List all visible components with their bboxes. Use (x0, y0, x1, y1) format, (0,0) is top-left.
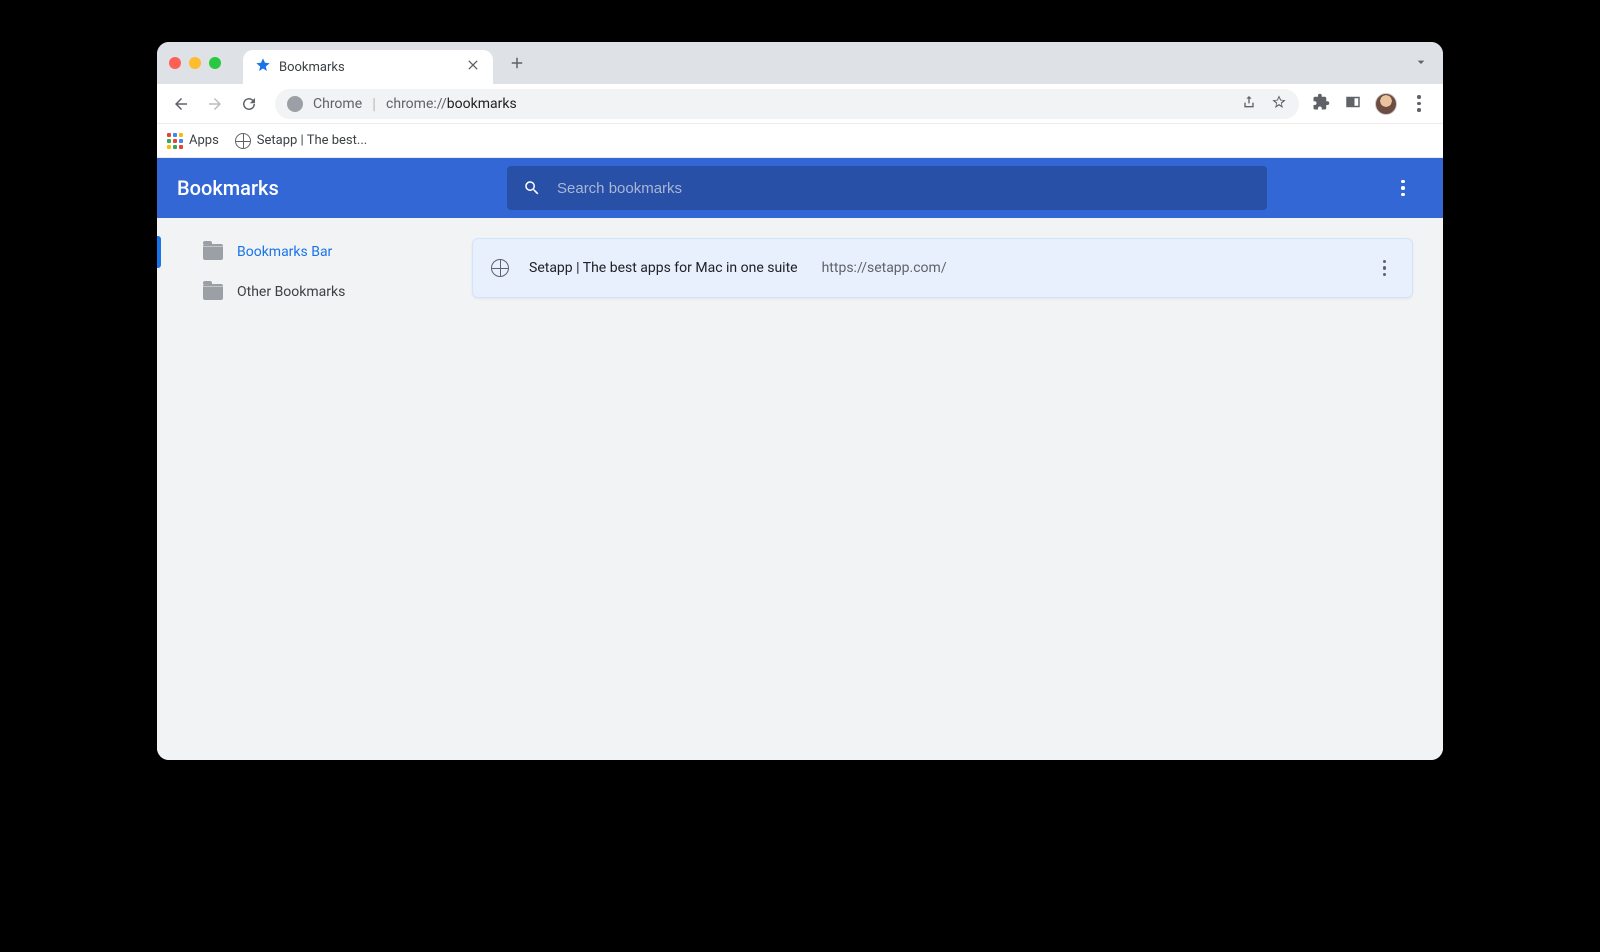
bookmark-star-outline-icon[interactable] (1269, 94, 1289, 114)
folder-other-bookmarks[interactable]: Other Bookmarks (157, 272, 472, 312)
tab-close-button[interactable] (465, 57, 481, 77)
folder-label: Bookmarks Bar (237, 244, 332, 260)
bookmark-bar-item[interactable]: Setapp | The best... (235, 133, 367, 149)
folder-icon (203, 244, 223, 260)
bookmarks-menu-button[interactable] (1383, 168, 1423, 208)
page-title: Bookmarks (177, 176, 507, 200)
window-controls (169, 57, 221, 69)
site-info-icon[interactable] (287, 96, 303, 112)
active-folder-indicator (157, 236, 161, 268)
search-input[interactable] (557, 180, 1251, 197)
profile-avatar[interactable] (1375, 93, 1397, 115)
bookmark-url: https://setapp.com/ (822, 260, 947, 276)
address-bar[interactable]: Chrome | chrome://bookmarks (275, 89, 1299, 119)
omnibox-app-label: Chrome (313, 96, 362, 112)
bookmark-title: Setapp | The best apps for Mac in one su… (529, 260, 798, 276)
browser-toolbar: Chrome | chrome://bookmarks (157, 84, 1443, 124)
side-panel-icon[interactable] (1343, 93, 1363, 115)
tab-strip: Bookmarks (157, 42, 1443, 84)
omnibox-url: chrome://bookmarks (386, 96, 517, 112)
bookmark-row[interactable]: Setapp | The best apps for Mac in one su… (472, 238, 1413, 298)
forward-button[interactable] (201, 90, 229, 118)
folder-icon (203, 284, 223, 300)
bookmark-actions-button[interactable] (1375, 252, 1395, 285)
bookmark-bar-item-label: Setapp | The best... (257, 133, 367, 148)
apps-shortcut[interactable]: Apps (167, 133, 219, 149)
share-icon[interactable] (1239, 94, 1259, 114)
globe-icon (235, 133, 251, 149)
bookmark-star-icon (255, 57, 271, 77)
maximize-window-button[interactable] (209, 57, 221, 69)
browser-tab[interactable]: Bookmarks (243, 50, 493, 84)
extensions-icon[interactable] (1311, 93, 1331, 115)
tabs-dropdown-button[interactable] (1413, 54, 1429, 73)
bookmarks-list: Setapp | The best apps for Mac in one su… (472, 218, 1443, 760)
browser-menu-button[interactable] (1409, 95, 1429, 112)
search-bookmarks-field[interactable] (507, 166, 1267, 210)
bookmarks-bar: Apps Setapp | The best... (157, 124, 1443, 158)
close-window-button[interactable] (169, 57, 181, 69)
tab-title: Bookmarks (279, 60, 457, 75)
browser-window: Bookmarks Chrome | chrome://bookmarks (157, 42, 1443, 760)
apps-grid-icon (167, 133, 183, 149)
bookmarks-app-header: Bookmarks (157, 158, 1443, 218)
apps-label: Apps (189, 133, 219, 148)
folder-bookmarks-bar[interactable]: Bookmarks Bar (157, 232, 472, 272)
reload-button[interactable] (235, 90, 263, 118)
minimize-window-button[interactable] (189, 57, 201, 69)
omnibox-divider: | (372, 94, 376, 113)
folder-label: Other Bookmarks (237, 284, 345, 300)
bookmarks-content: Bookmarks Bar Other Bookmarks Setapp | T… (157, 218, 1443, 760)
toolbar-right (1311, 93, 1433, 115)
globe-icon (491, 259, 509, 277)
back-button[interactable] (167, 90, 195, 118)
folders-sidebar: Bookmarks Bar Other Bookmarks (157, 218, 472, 760)
new-tab-button[interactable] (503, 49, 531, 77)
search-icon (523, 179, 541, 197)
